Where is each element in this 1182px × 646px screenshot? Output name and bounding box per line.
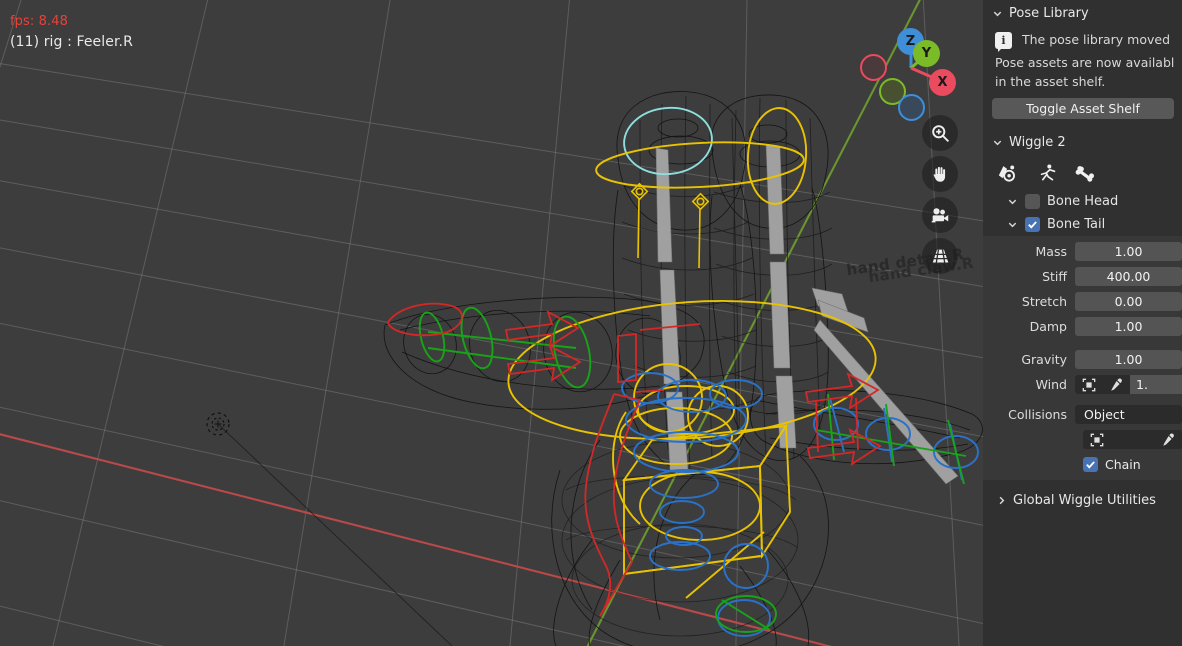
camera-view-button[interactable] — [922, 197, 958, 233]
viewport-canvas — [0, 0, 983, 646]
gizmo-axis-x-positive[interactable]: X — [929, 69, 956, 96]
camera-icon — [929, 204, 951, 226]
gravity-field[interactable]: 1.00 — [1075, 350, 1182, 369]
global-utilities-title: Global Wiggle Utilities — [1013, 493, 1156, 508]
chain-label: Chain — [1105, 457, 1141, 472]
bone-tail-properties: Mass 1.00 Stiff 400.00 Stretch 0.00 Damp… — [983, 236, 1182, 480]
wiggle-context-tabs[interactable] — [983, 156, 1182, 190]
properties-sidebar[interactable]: Pose Library i The pose library moved Po… — [983, 0, 1182, 646]
mass-field[interactable]: 1.00 — [1075, 242, 1182, 261]
pose-library-info-text: The pose library moved — [1022, 32, 1171, 47]
damp-field[interactable]: 1.00 — [1075, 317, 1182, 336]
viewport-tool-column[interactable] — [922, 115, 958, 274]
mass-label: Mass — [1035, 244, 1067, 259]
object-select-icon[interactable] — [1075, 375, 1102, 394]
property-row-collisions[interactable]: Collisions Object — [983, 405, 1182, 424]
panel-header-pose-library[interactable]: Pose Library — [983, 0, 1182, 27]
bone-tail-checkbox[interactable] — [1025, 217, 1040, 232]
object-bracket-icon — [1082, 378, 1095, 391]
chain-checkbox[interactable] — [1083, 457, 1098, 472]
grid-icon — [930, 247, 951, 266]
panel-header-wiggle-2[interactable]: Wiggle 2 — [983, 127, 1182, 156]
bone-tail-label: Bone Tail — [1047, 217, 1106, 232]
check-icon — [1086, 461, 1095, 469]
eyedropper-icon[interactable] — [1102, 375, 1130, 394]
toggle-asset-shelf-button[interactable]: Toggle Asset Shelf — [992, 98, 1174, 119]
stretch-field[interactable]: 0.00 — [1075, 292, 1182, 311]
chevron-right-icon — [999, 496, 1005, 505]
gizmo-y-label: Y — [921, 46, 932, 61]
3d-viewport[interactable]: hand detail.R hand claw.R fps: 8.48 (11)… — [0, 0, 983, 646]
blender-window: hand detail.R hand claw.R fps: 8.48 (11)… — [0, 0, 1182, 646]
scene-physics-icon[interactable] — [997, 164, 1019, 183]
pose-library-title: Pose Library — [1009, 6, 1089, 21]
stiff-label: Stiff — [1042, 269, 1067, 284]
stretch-label: Stretch — [1021, 294, 1067, 309]
bone-icon[interactable] — [1075, 165, 1097, 182]
wiggle-panel-title: Wiggle 2 — [1009, 135, 1066, 150]
sub-header-bone-head[interactable]: Bone Head — [983, 190, 1182, 213]
pan-tool-button[interactable] — [922, 156, 958, 192]
collisions-label: Collisions — [1008, 407, 1067, 422]
bone-head-label: Bone Head — [1047, 194, 1119, 209]
property-row-gravity[interactable]: Gravity 1.00 — [983, 350, 1182, 369]
gizmo-axis-z-negative[interactable] — [898, 94, 925, 121]
collisions-dropdown[interactable]: Object — [1075, 405, 1182, 424]
check-icon — [1028, 221, 1037, 229]
property-row-stiff[interactable]: Stiff 400.00 — [983, 267, 1182, 286]
gizmo-x-label: X — [937, 75, 948, 90]
wind-label: Wind — [1035, 377, 1067, 392]
info-icon: i — [995, 32, 1012, 52]
property-row-wind[interactable]: Wind 1. — [983, 375, 1182, 394]
hand-icon — [930, 164, 950, 184]
wind-value-field[interactable]: 1. — [1130, 375, 1182, 394]
panel-header-global-utilities[interactable]: Global Wiggle Utilities — [983, 487, 1182, 514]
property-row-stretch[interactable]: Stretch 0.00 — [983, 292, 1182, 311]
sub-header-bone-tail[interactable]: Bone Tail — [983, 213, 1182, 236]
stiff-field[interactable]: 400.00 — [1075, 267, 1182, 286]
orthographic-toggle-button[interactable] — [922, 238, 958, 274]
eyedropper-icon[interactable] — [1154, 430, 1182, 449]
armature-pose-icon[interactable] — [1037, 163, 1057, 183]
eyedropper-glyph — [1163, 433, 1174, 446]
pose-library-info-row: i The pose library moved — [983, 27, 1182, 52]
property-row-mass[interactable]: Mass 1.00 — [983, 242, 1182, 261]
pose-library-paragraph-line2: in the asset shelf. — [995, 74, 1106, 89]
chevron-down-icon — [1008, 222, 1017, 228]
property-row-damp[interactable]: Damp 1.00 — [983, 317, 1182, 336]
chevron-down-icon — [1008, 199, 1017, 205]
collisions-object-field[interactable] — [1083, 430, 1182, 449]
object-bracket-icon — [1090, 433, 1103, 446]
pose-library-paragraph-line1: Pose assets are now availabl — [995, 55, 1175, 70]
gravity-label: Gravity — [1021, 352, 1067, 367]
magnifier-plus-icon — [930, 123, 951, 144]
bone-head-checkbox[interactable] — [1025, 194, 1040, 209]
wind-picker-group[interactable]: 1. — [1075, 375, 1182, 394]
chevron-down-icon — [993, 140, 1002, 146]
chain-row[interactable]: Chain — [983, 455, 1182, 472]
object-select-icon[interactable] — [1083, 430, 1110, 449]
chevron-down-icon — [993, 11, 1002, 17]
navigation-gizmo[interactable]: Z Y X — [855, 12, 965, 122]
damp-label: Damp — [1029, 319, 1067, 334]
eyedropper-glyph — [1111, 378, 1122, 391]
panel-global-wiggle-utilities[interactable]: Global Wiggle Utilities — [983, 487, 1182, 514]
gizmo-axis-x-negative[interactable] — [860, 54, 887, 81]
zoom-tool-button[interactable] — [922, 115, 958, 151]
gizmo-axis-y-positive[interactable]: Y — [913, 40, 940, 67]
